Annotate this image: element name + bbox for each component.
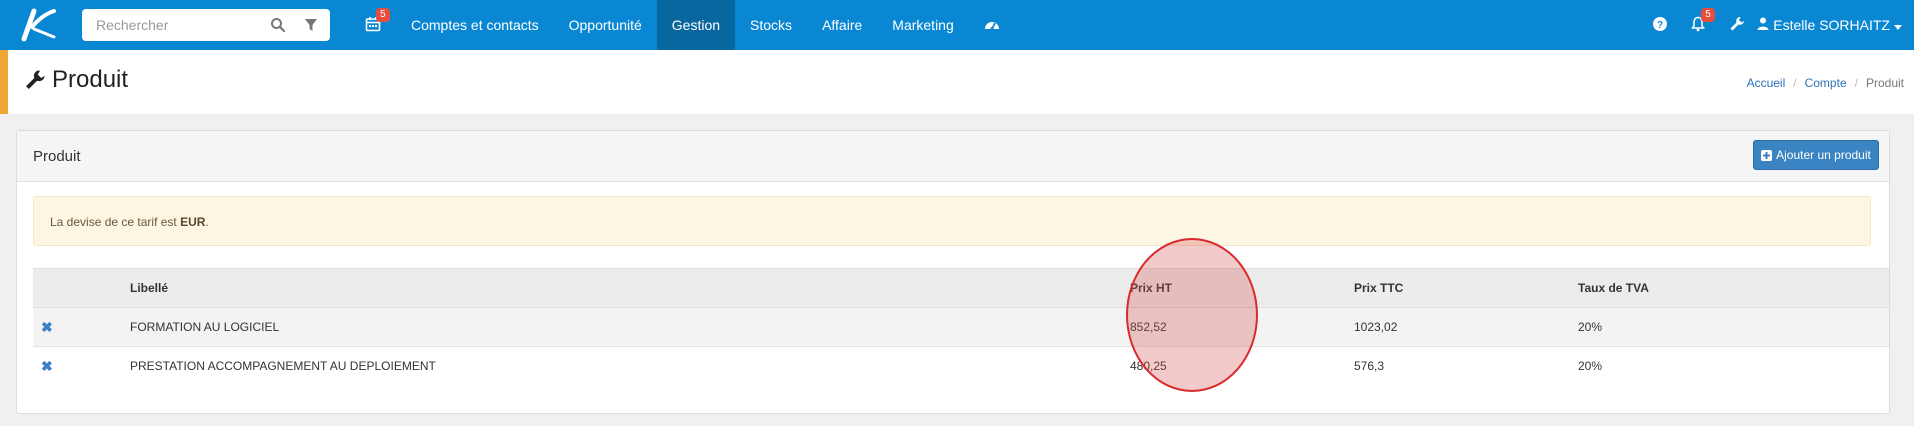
- breadcrumb-home[interactable]: Accueil: [1747, 76, 1786, 90]
- filter-icon[interactable]: [304, 17, 318, 36]
- breadcrumb-account[interactable]: Compte: [1805, 76, 1847, 90]
- caret-down-icon: [1894, 17, 1902, 33]
- alert-prefix: La devise de ce tarif est: [50, 215, 181, 229]
- settings-button[interactable]: [1717, 0, 1757, 50]
- row-actions: ✖: [33, 307, 129, 347]
- main-nav: 5 Comptes et contacts Opportunité Gestio…: [350, 0, 1015, 50]
- table-row: ✖ FORMATION AU LOGICIEL 852,52 1023,02 2…: [33, 307, 1889, 347]
- row-actions: ✖: [33, 346, 129, 385]
- search-box: [82, 9, 330, 41]
- header-action: [33, 268, 129, 308]
- page-title-text: Produit: [52, 66, 129, 93]
- nav-stocks[interactable]: Stocks: [735, 0, 807, 50]
- plus-icon: [1761, 149, 1773, 161]
- breadcrumb: Accueil / Compte / Produit: [1746, 76, 1904, 90]
- svg-text:?: ?: [1657, 20, 1663, 31]
- wrench-icon: [24, 69, 46, 91]
- cell-taux-tva: 20%: [1577, 346, 1889, 385]
- user-icon: [1757, 17, 1769, 33]
- header-prix-ttc[interactable]: Prix TTC: [1353, 268, 1577, 308]
- currency-alert: La devise de ce tarif est EUR.: [33, 196, 1871, 246]
- dashboard-icon: [984, 17, 1000, 34]
- search-icon[interactable]: [270, 17, 286, 36]
- cell-libelle: FORMATION AU LOGICIEL: [129, 307, 1129, 347]
- product-table: Libellé Prix HT Prix TTC Taux de TVA ✖ F…: [33, 268, 1889, 385]
- add-product-button[interactable]: Ajouter un produit: [1753, 140, 1879, 170]
- cell-prix-ht: 852,52: [1129, 307, 1353, 347]
- header-taux-tva[interactable]: Taux de TVA: [1577, 268, 1889, 308]
- help-icon: ?: [1653, 16, 1668, 34]
- cell-taux-tva: 20%: [1577, 307, 1889, 347]
- notifications-badge: 5: [1701, 8, 1715, 22]
- nav-gestion[interactable]: Gestion: [656, 0, 736, 50]
- user-menu[interactable]: Estelle SORHAITZ: [1757, 17, 1914, 33]
- delete-icon[interactable]: ✖: [41, 319, 53, 335]
- panel-header: Produit Ajouter un produit: [17, 131, 1889, 182]
- cell-prix-ttc: 576,3: [1353, 346, 1577, 385]
- alert-currency: EUR: [180, 215, 206, 229]
- nav-dashboard[interactable]: [969, 0, 1015, 50]
- panel-title: Produit: [33, 148, 81, 165]
- search-input[interactable]: [94, 9, 268, 41]
- table-header-row: Libellé Prix HT Prix TTC Taux de TVA: [33, 268, 1889, 308]
- top-navbar: 5 Comptes et contacts Opportunité Gestio…: [0, 0, 1914, 50]
- calendar-badge: 5: [376, 8, 390, 22]
- calendar-menu[interactable]: 5: [350, 0, 396, 50]
- page-title: Produit: [24, 66, 128, 94]
- nav-marketing[interactable]: Marketing: [877, 0, 968, 50]
- logo-icon[interactable]: [8, 0, 68, 50]
- delete-icon[interactable]: ✖: [41, 358, 53, 374]
- product-panel: Produit Ajouter un produit La devise de …: [16, 130, 1890, 414]
- cell-libelle: PRESTATION ACCOMPAGNEMENT AU DEPLOIEMENT: [129, 346, 1129, 385]
- nav-opportunite[interactable]: Opportunité: [554, 0, 657, 50]
- add-product-label: Ajouter un produit: [1776, 148, 1871, 162]
- header-prix-ht[interactable]: Prix HT: [1129, 268, 1353, 308]
- nav-comptes-contacts[interactable]: Comptes et contacts: [396, 0, 554, 50]
- table-row: ✖ PRESTATION ACCOMPAGNEMENT AU DEPLOIEME…: [33, 346, 1889, 385]
- breadcrumb-current: Produit: [1865, 76, 1904, 90]
- user-name: Estelle SORHAITZ: [1773, 17, 1890, 33]
- notifications-button[interactable]: 5: [1679, 0, 1717, 50]
- top-right-tools: ? 5 Estelle SORHAITZ: [1641, 0, 1914, 50]
- wrench-icon: [1729, 16, 1745, 35]
- header-libelle[interactable]: Libellé: [129, 268, 1129, 308]
- page-header: Produit Accueil / Compte / Produit: [0, 50, 1914, 114]
- help-button[interactable]: ?: [1641, 0, 1679, 50]
- cell-prix-ttc: 1023,02: [1353, 307, 1577, 347]
- alert-suffix: .: [205, 215, 209, 229]
- cell-prix-ht: 480,25: [1129, 346, 1353, 385]
- nav-affaire[interactable]: Affaire: [807, 0, 877, 50]
